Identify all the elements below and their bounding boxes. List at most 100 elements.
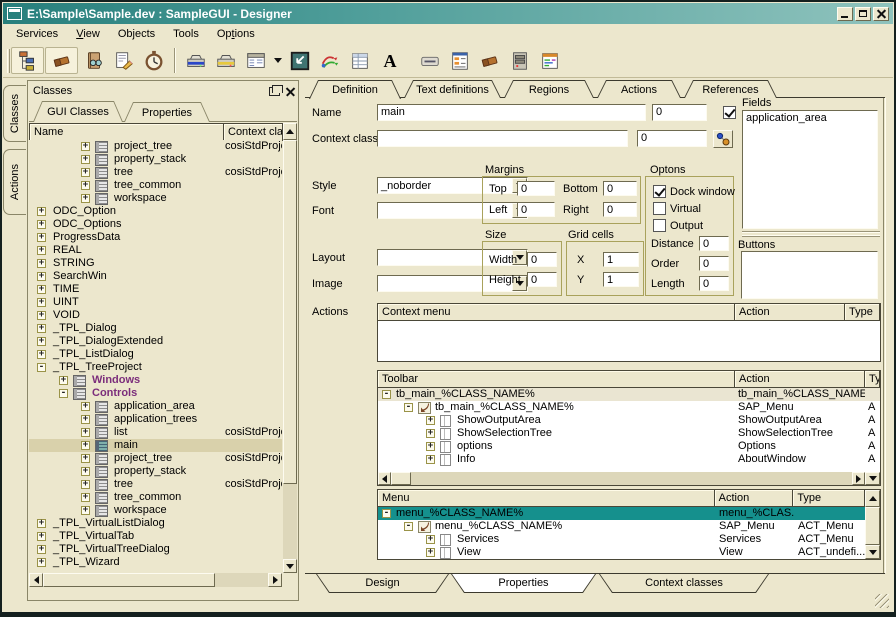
minimize-button[interactable] <box>837 7 853 21</box>
menu-table-vscrollbar[interactable] <box>865 507 880 559</box>
context-class-input[interactable] <box>377 130 628 147</box>
expand-expander-icon[interactable]: + <box>81 454 90 463</box>
server-button[interactable] <box>505 47 535 74</box>
tree-item[interactable]: +REAL <box>29 244 282 257</box>
tab-regions[interactable]: Regions <box>504 80 594 98</box>
expand-expander-icon[interactable]: + <box>37 337 46 346</box>
expand-expander-icon[interactable]: + <box>37 324 46 333</box>
name-checkbox[interactable] <box>723 106 736 119</box>
column-header-name[interactable]: Name <box>29 123 224 141</box>
table-button[interactable] <box>345 47 375 74</box>
menu-objects[interactable]: Objects <box>109 26 164 42</box>
expand-expander-icon[interactable]: + <box>81 441 90 450</box>
resize-grip[interactable] <box>875 594 889 608</box>
table-row[interactable]: +ShowOutputAreaShowOutputAreaA <box>378 414 880 427</box>
table-row[interactable]: +optionsOptionsA <box>378 440 880 453</box>
tree-vscrollbar[interactable] <box>283 140 297 573</box>
tree-item[interactable]: +STRING <box>29 257 282 270</box>
dock-tab-actions[interactable]: Actions <box>3 149 26 215</box>
form-table-button[interactable] <box>445 47 475 74</box>
margin-bottom-input[interactable]: 0 <box>603 181 637 196</box>
expand-expander-icon[interactable]: + <box>37 207 46 216</box>
scroll-up-button[interactable] <box>283 123 297 140</box>
expand-expander-icon[interactable]: + <box>81 142 90 151</box>
table-row[interactable]: +InfoAboutWindowA <box>378 453 880 466</box>
grid-x-input[interactable]: 1 <box>603 252 639 267</box>
tree-item[interactable]: +project_treecosiStdProje <box>29 452 282 465</box>
expand-expander-icon[interactable]: + <box>37 519 46 528</box>
tree-item[interactable]: +application_area <box>29 400 282 413</box>
collapse-expander-icon[interactable]: - <box>382 390 391 399</box>
expand-expander-icon[interactable]: + <box>81 467 90 476</box>
tree-item[interactable]: +tree_common <box>29 179 282 192</box>
order-input[interactable]: 0 <box>699 256 729 271</box>
tab-references[interactable]: References <box>684 80 777 98</box>
expand-expander-icon[interactable]: + <box>37 298 46 307</box>
tab-properties[interactable]: Properties <box>124 102 210 122</box>
tree-item[interactable]: +_TPL_Dialog <box>29 322 282 335</box>
tree-item[interactable]: +tree_common <box>29 491 282 504</box>
tree-item[interactable]: +_TPL_Wizard <box>29 556 282 569</box>
dock-tab-classes[interactable]: Classes <box>3 85 26 142</box>
scroll-right-button[interactable] <box>852 472 865 485</box>
column-header-menu[interactable]: Menu <box>378 490 715 507</box>
margin-top-input[interactable]: 0 <box>517 181 555 196</box>
name-number-input[interactable]: 0 <box>652 104 707 121</box>
float-panel-icon[interactable] <box>269 87 280 96</box>
expand-expander-icon[interactable]: + <box>81 415 90 424</box>
tab-design[interactable]: Design <box>316 574 449 593</box>
expand-expander-icon[interactable]: + <box>37 545 46 554</box>
tree-item[interactable]: +VOID <box>29 309 282 322</box>
height-input[interactable]: 0 <box>527 272 557 287</box>
tree-item[interactable]: +listcosiStdProje <box>29 426 282 439</box>
expand-expander-icon[interactable]: + <box>37 246 46 255</box>
virtual-checkbox[interactable] <box>653 202 666 215</box>
fields-buttons-splitter[interactable] <box>742 231 880 237</box>
expand-expander-icon[interactable]: + <box>37 532 46 541</box>
expand-expander-icon[interactable]: + <box>37 311 46 320</box>
key-button[interactable] <box>415 47 445 74</box>
tree-item[interactable]: +_TPL_VirtualTab <box>29 530 282 543</box>
scroll-right-button[interactable] <box>268 573 282 587</box>
tab-actions[interactable]: Actions <box>597 80 681 98</box>
table-row[interactable]: +ViewViewACT_undefi... <box>378 546 865 559</box>
table-row[interactable]: +ServicesServicesACT_Menu <box>378 533 865 546</box>
collapse-expander-icon[interactable]: - <box>59 389 68 398</box>
table-row[interactable]: -tb_main_%CLASS_NAME%tb_main_%CLASS_NAME… <box>378 388 880 401</box>
expand-expander-icon[interactable]: + <box>81 168 90 177</box>
close-panel-icon[interactable] <box>286 87 295 96</box>
margin-left-input[interactable]: 0 <box>517 202 555 217</box>
image-arrow-button[interactable] <box>285 47 315 74</box>
column-header-toolbar[interactable]: Toolbar <box>378 371 735 388</box>
tree-item[interactable]: +workspace <box>29 504 282 517</box>
buttons-listbox[interactable] <box>741 251 878 299</box>
column-header-context-menu[interactable]: Context menu <box>378 304 735 321</box>
tab-context-classes[interactable]: Context classes <box>599 574 769 593</box>
close-button[interactable] <box>873 7 889 21</box>
hscroll-thumb[interactable] <box>391 472 411 485</box>
length-input[interactable]: 0 <box>699 276 729 291</box>
tree-item[interactable]: -Controls <box>29 387 282 400</box>
output-checkbox[interactable] <box>653 219 666 232</box>
drive-blue-button[interactable] <box>181 47 211 74</box>
column-header-type[interactable]: Type <box>865 371 880 388</box>
expand-expander-icon[interactable]: + <box>426 416 435 425</box>
eraser-2-button[interactable] <box>475 47 505 74</box>
expand-expander-icon[interactable]: + <box>426 429 435 438</box>
eraser-button[interactable] <box>45 47 78 74</box>
name-input[interactable]: main <box>377 104 646 121</box>
expand-expander-icon[interactable]: + <box>37 558 46 567</box>
menu-services[interactable]: Services <box>7 26 67 42</box>
expand-expander-icon[interactable]: + <box>81 402 90 411</box>
collapse-expander-icon[interactable]: - <box>37 363 46 372</box>
width-input[interactable]: 0 <box>527 252 557 267</box>
scroll-left-button[interactable] <box>378 472 391 485</box>
tree-item[interactable]: +ProgressData <box>29 231 282 244</box>
column-header-context-class[interactable]: Context clas <box>224 123 283 141</box>
tab-definition[interactable]: Definition <box>309 80 401 99</box>
fields-list-item[interactable]: application_area <box>746 112 874 125</box>
tree-item[interactable]: +_TPL_ListDialog <box>29 348 282 361</box>
scroll-up-button[interactable] <box>865 490 880 507</box>
expand-expander-icon[interactable]: + <box>81 181 90 190</box>
expand-expander-icon[interactable]: + <box>81 428 90 437</box>
